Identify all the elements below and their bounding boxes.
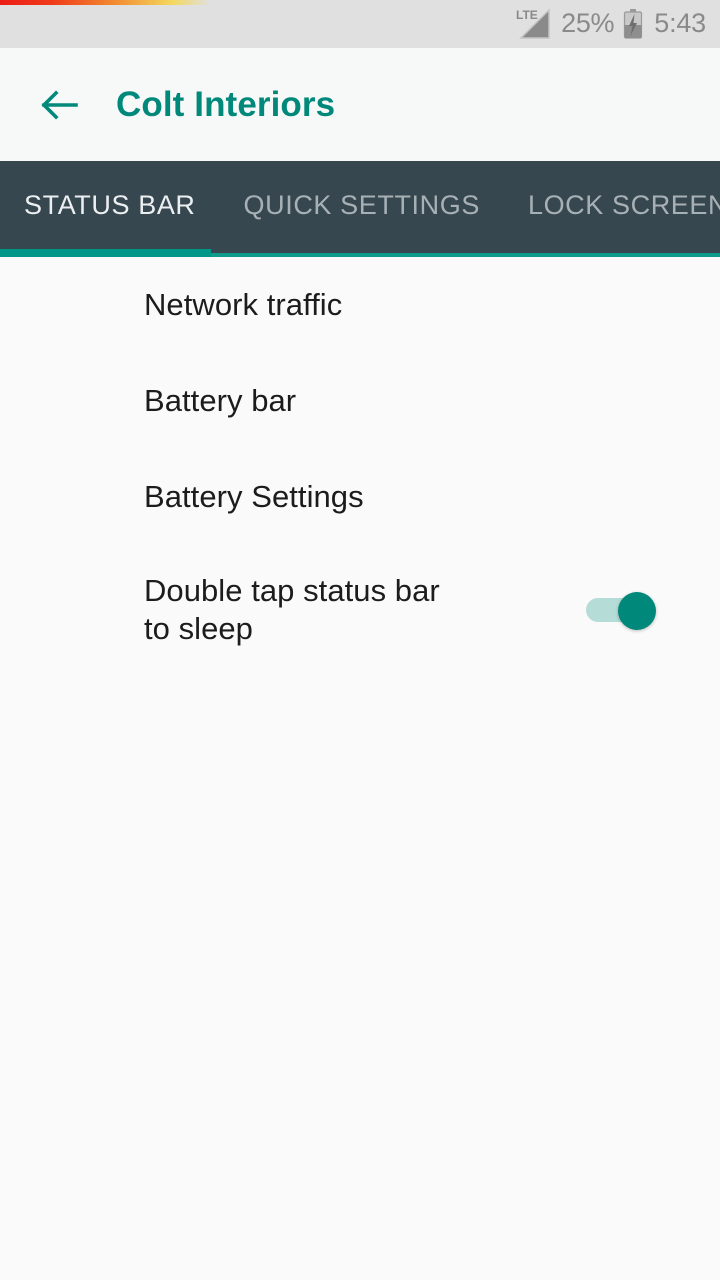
list-item-battery-bar[interactable]: Battery bar <box>0 353 720 449</box>
svg-text:LTE: LTE <box>516 8 538 22</box>
tab-selected-indicator <box>0 249 211 257</box>
battery-percent-label: 25% <box>561 10 614 39</box>
list-item-network-traffic[interactable]: Network traffic <box>0 257 720 353</box>
tab-strip[interactable]: STATUS BAR QUICK SETTINGS LOCK SCREEN PR <box>0 161 720 249</box>
list-item-label: Double tap status bar to sleep <box>144 572 474 649</box>
page-title: Colt Interiors <box>116 85 335 125</box>
phone-screen: LTE 25% 5:43 <box>0 0 720 1280</box>
status-bar-clock: 5:43 <box>652 10 706 39</box>
list-item-battery-settings[interactable]: Battery Settings <box>0 449 720 545</box>
tab-bar: STATUS BAR QUICK SETTINGS LOCK SCREEN PR <box>0 161 720 257</box>
double-tap-to-sleep-toggle[interactable] <box>586 592 660 628</box>
tab-lock-screen[interactable]: LOCK SCREEN PR <box>504 161 720 249</box>
arrow-back-icon <box>39 84 81 126</box>
list-item-double-tap-to-sleep[interactable]: Double tap status bar to sleep <box>0 545 720 675</box>
top-accent-gradient <box>0 0 210 5</box>
toggle-thumb <box>618 592 656 630</box>
tab-quick-settings[interactable]: QUICK SETTINGS <box>220 161 504 249</box>
tab-status-bar[interactable]: STATUS BAR <box>0 161 220 249</box>
settings-list: Network traffic Battery bar Battery Sett… <box>0 257 720 1280</box>
app-bar: Colt Interiors <box>0 48 720 161</box>
list-item-label: Battery bar <box>144 382 296 420</box>
back-button[interactable] <box>24 69 96 141</box>
list-item-label: Battery Settings <box>144 478 364 516</box>
list-item-label: Network traffic <box>144 286 342 324</box>
system-status-bar: LTE 25% 5:43 <box>0 0 720 48</box>
status-bar-icons: LTE 25% 5:43 <box>516 7 706 41</box>
battery-charging-icon <box>623 9 643 39</box>
lte-signal-icon: LTE <box>516 7 552 41</box>
